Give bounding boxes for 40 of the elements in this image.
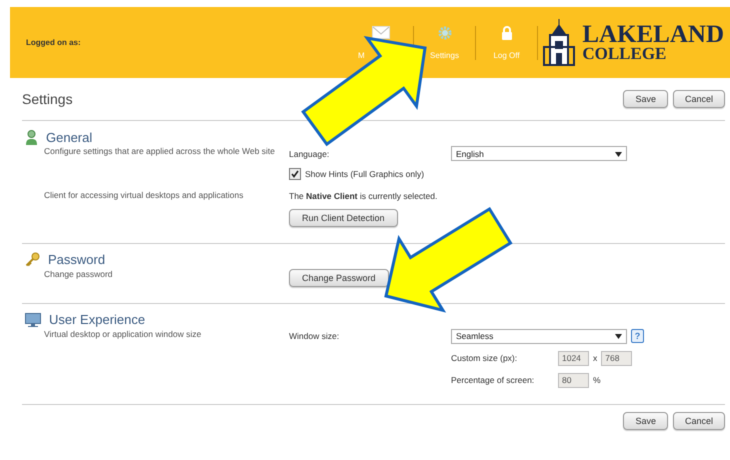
section-title: User Experience — [49, 312, 146, 328]
setting-description: Virtual desktop or application window size — [43, 328, 202, 341]
logo-subtitle: COLLEGE — [582, 46, 668, 62]
section-title: Password — [48, 252, 106, 268]
caret-icon — [615, 331, 622, 342]
tower-logo-icon — [542, 18, 576, 66]
save-button[interactable]: Save — [623, 90, 668, 108]
action-button[interactable]: Run Client Detection — [289, 208, 398, 227]
setting-description: Client for accessing virtual desktops and applications — [43, 190, 244, 202]
checkbox-label: Show Hints (Full Graphics only) — [305, 169, 424, 179]
cancel-button[interactable]: Cancel — [672, 90, 725, 108]
field-label: Percentage of screen: — [451, 375, 536, 386]
field-label: Window size: — [289, 331, 340, 342]
key-icon — [25, 252, 40, 268]
status-text: The Native Client is currently selected. — [289, 190, 438, 201]
save-button[interactable]: Save — [623, 412, 668, 430]
percent-field[interactable]: 80 — [558, 372, 589, 388]
dropdown[interactable]: Seamless — [451, 328, 627, 344]
height-field[interactable]: 768 — [601, 350, 632, 366]
person-icon — [25, 130, 38, 144]
logo-wordmark: LAKELAND — [582, 22, 724, 46]
mail-icon — [372, 26, 390, 38]
setting-description: Configure settings that are applied across the whole Web site — [43, 146, 276, 158]
section-title: General — [46, 130, 92, 144]
times-sign: x — [593, 353, 598, 364]
action-button[interactable]: Change Password — [289, 268, 389, 287]
cancel-button[interactable]: Cancel — [672, 412, 725, 430]
checkbox[interactable] — [289, 168, 301, 180]
monitor-icon — [25, 312, 41, 327]
lock-icon — [500, 26, 512, 40]
help-button[interactable]: ? — [631, 329, 644, 344]
gear-icon — [438, 26, 452, 40]
width-field[interactable]: 1024 — [558, 350, 589, 366]
setting-description: Change password — [43, 268, 114, 281]
field-label: Language: — [289, 148, 330, 158]
field-label: Custom size (px): — [451, 353, 518, 364]
percent-sign: % — [593, 375, 601, 386]
dropdown[interactable]: English — [451, 146, 627, 161]
logged-on-label: Logged on as: — [26, 38, 82, 47]
page-title: Settings — [22, 91, 74, 107]
